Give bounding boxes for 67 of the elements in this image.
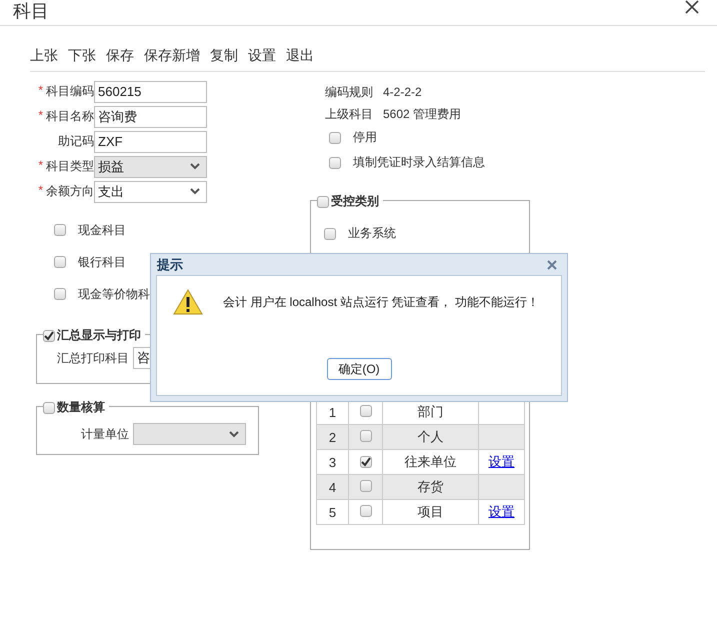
input-field[interactable]: 咨询费 [94, 106, 207, 128]
required-mark: * [38, 83, 43, 99]
checkbox[interactable] [43, 330, 55, 342]
checkbox-label: 银行科目 [78, 254, 126, 270]
check-icon [360, 456, 370, 466]
required-mark: * [38, 158, 43, 174]
field-label: 汇总打印科目 [57, 350, 129, 366]
checkbox-label: 现金科目 [78, 222, 126, 238]
toolbar-button[interactable]: 退出 [286, 46, 314, 64]
caret-icon [229, 430, 239, 438]
close-icon [547, 260, 557, 270]
input-field[interactable]: 560215 [94, 80, 207, 102]
checkbox-label: 业务系统 [348, 225, 396, 242]
field-value: 5602 管理费用 [383, 106, 462, 122]
table-cell: 项目 [382, 500, 478, 524]
checkbox[interactable] [54, 224, 66, 236]
caret-icon [190, 188, 200, 195]
toolbar-button[interactable]: 复制 [210, 46, 238, 64]
group-title: 受控类别 [331, 193, 379, 210]
field-label: 计量单位 [81, 426, 129, 442]
toolbar-button[interactable]: 上张 [30, 46, 58, 64]
checkbox[interactable] [54, 288, 66, 300]
checkbox[interactable] [317, 196, 329, 208]
caret-icon [190, 163, 200, 170]
table-cell: 5 [316, 500, 348, 524]
input-field[interactable]: ZXF [94, 130, 207, 152]
check-icon [44, 330, 54, 340]
field-label: 余额方向 [46, 183, 94, 200]
table-cell: 4 [316, 474, 348, 500]
checkbox[interactable] [360, 504, 372, 516]
checkbox[interactable] [329, 156, 341, 168]
field-label: 编码规则 [325, 84, 373, 100]
dialog-message: 会计 用户在 localhost 站点运行 凭证查看， 功能不能运行！ [223, 294, 540, 310]
group-title: 数量核算 [57, 399, 105, 416]
toolbar-button[interactable]: 设置 [248, 46, 276, 64]
field-label: 科目名称 [46, 108, 94, 125]
required-mark: * [38, 108, 43, 124]
checkbox[interactable] [360, 456, 372, 468]
group-title: 汇总显示与打印 [57, 327, 141, 344]
checkbox[interactable] [54, 256, 66, 268]
checkbox-label: 填制凭证时录入结算信息 [353, 154, 485, 171]
required-mark: * [38, 183, 43, 199]
toolbar-button[interactable]: 保存新增 [144, 46, 200, 64]
field-value: 4-2-2-2 [383, 85, 422, 99]
close-icon [685, 0, 699, 14]
checkbox[interactable] [329, 132, 341, 144]
checkbox-label: 现金等价物科 [78, 286, 150, 302]
checkbox[interactable] [360, 430, 372, 442]
toolbar-button[interactable]: 下张 [68, 46, 96, 64]
checkbox[interactable] [360, 480, 372, 492]
dropdown[interactable]: 支出 [94, 180, 207, 202]
toolbar-button[interactable]: 保存 [106, 46, 134, 64]
field-label: 科目编码 [46, 83, 94, 100]
warning-icon [173, 288, 203, 316]
window-title: 科目 [13, 0, 49, 22]
checkbox[interactable] [360, 404, 372, 416]
checkbox[interactable] [43, 402, 55, 414]
dialog-title: 提示 [157, 256, 183, 274]
ok-button[interactable]: 确定(O) [326, 358, 392, 380]
table-cell: 存货 [382, 474, 478, 500]
table-cell: 2 [316, 424, 348, 450]
field-label: 助记码 [58, 133, 94, 150]
field-label: 上级科目 [325, 106, 373, 122]
field-label: 科目类型 [46, 158, 94, 175]
table-cell: 个人 [382, 424, 478, 450]
checkbox[interactable] [324, 228, 336, 240]
checkbox-label: 停用 [353, 129, 377, 146]
